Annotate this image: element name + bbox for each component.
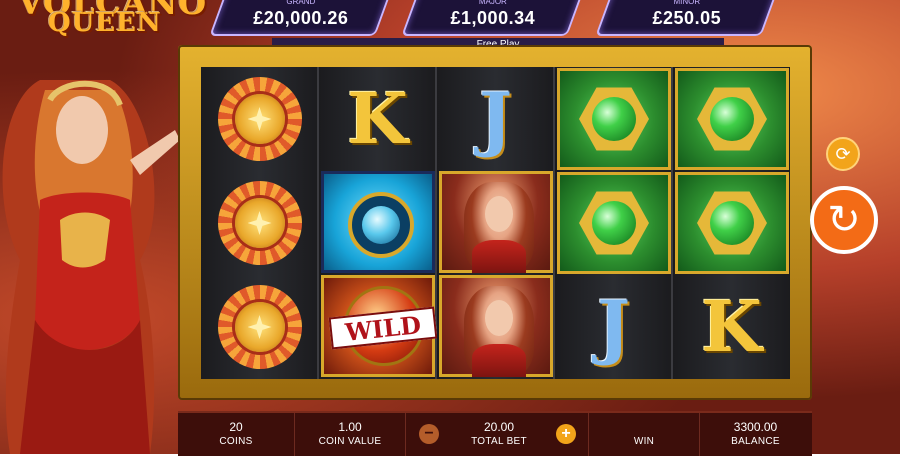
- autoplay-icon: ⟳: [835, 143, 851, 164]
- coins-display[interactable]: 20 COINS: [178, 413, 295, 456]
- jackpot-label: MAJOR: [478, 0, 507, 6]
- symbol-green-gem: [675, 172, 789, 274]
- win-value: [589, 420, 699, 434]
- sun-icon: [212, 71, 308, 167]
- sun-icon: [212, 279, 308, 375]
- jackpot-value: £1,000.34: [450, 8, 536, 28]
- jackpot-value: £250.05: [652, 8, 722, 28]
- symbol-k: K: [673, 275, 790, 379]
- symbol-sun: [201, 275, 318, 379]
- jackpot-label: MINOR: [673, 0, 701, 6]
- symbol-blue-orb: [321, 171, 435, 273]
- balance-display: 3300.00 BALANCE: [699, 413, 812, 456]
- symbol-green-gem: [557, 172, 671, 274]
- blue-orb-icon: [362, 206, 400, 244]
- jackpot-bar: GRAND £20,000.26 MAJOR £1,000.34 MINOR £…: [0, 0, 900, 40]
- symbol-j: J: [555, 275, 672, 379]
- symbol-sun: [201, 171, 318, 275]
- total-bet-label: TOTAL BET: [471, 436, 527, 447]
- symbol-letter: J: [478, 77, 513, 160]
- green-gem-icon: [710, 201, 754, 245]
- coins-label: COINS: [219, 436, 253, 447]
- balance-value: 3300.00: [733, 420, 778, 434]
- symbol-k: K: [319, 67, 436, 171]
- symbol-queen-portrait: [439, 275, 553, 377]
- win-display: WIN: [588, 413, 700, 456]
- symbol-letter: J: [596, 285, 631, 368]
- jackpot-grand: GRAND £20,000.26: [209, 0, 393, 36]
- autoplay-button[interactable]: ⟳: [826, 137, 860, 171]
- jackpot-label: GRAND: [286, 0, 316, 6]
- green-gem-icon: [710, 97, 754, 141]
- symbol-letter: K: [347, 77, 408, 160]
- green-gem-icon: [592, 201, 636, 245]
- reel-5: K: [673, 67, 790, 379]
- coins-value: 20: [229, 420, 243, 434]
- increase-bet-button[interactable]: +: [556, 424, 576, 444]
- coin-value-label: COIN VALUE: [318, 436, 382, 447]
- reel-2: K WILD: [319, 67, 438, 379]
- win-label: WIN: [633, 436, 655, 447]
- queen-character-illustration: [2, 80, 180, 454]
- spin-button[interactable]: ↻: [810, 186, 878, 254]
- reel-area: K WILD J J K: [201, 67, 790, 379]
- decrease-bet-button[interactable]: −: [419, 424, 439, 444]
- coin-value-value: 1.00: [338, 420, 362, 434]
- total-bet-value: 20.00: [483, 420, 515, 434]
- sun-icon: [212, 175, 308, 271]
- symbol-wild: WILD: [321, 275, 438, 377]
- symbol-queen-portrait: [439, 171, 553, 273]
- green-gem-icon: [592, 97, 636, 141]
- symbol-green-gem: [675, 68, 789, 170]
- balance-label: BALANCE: [731, 436, 780, 447]
- reel-3: J: [437, 67, 555, 379]
- symbol-sun: [201, 67, 318, 171]
- symbol-j: J: [437, 67, 554, 171]
- reel-4: J: [555, 67, 673, 379]
- spin-icon: ↻: [827, 198, 861, 242]
- reel-1: [201, 67, 319, 379]
- coin-value-display[interactable]: 1.00 COIN VALUE: [295, 413, 406, 456]
- jackpot-minor: MINOR £250.05: [595, 0, 779, 36]
- total-bet-display: 20.00 TOTAL BET: [444, 413, 554, 456]
- symbol-green-gem: [557, 68, 671, 170]
- jackpot-value: £20,000.26: [253, 8, 349, 28]
- bottom-bar: 20 COINS 1.00 COIN VALUE − 20.00 TOTAL B…: [178, 411, 812, 456]
- wild-label: WILD: [343, 309, 423, 347]
- jackpot-major: MAJOR £1,000.34: [401, 0, 585, 36]
- symbol-letter: K: [701, 285, 762, 368]
